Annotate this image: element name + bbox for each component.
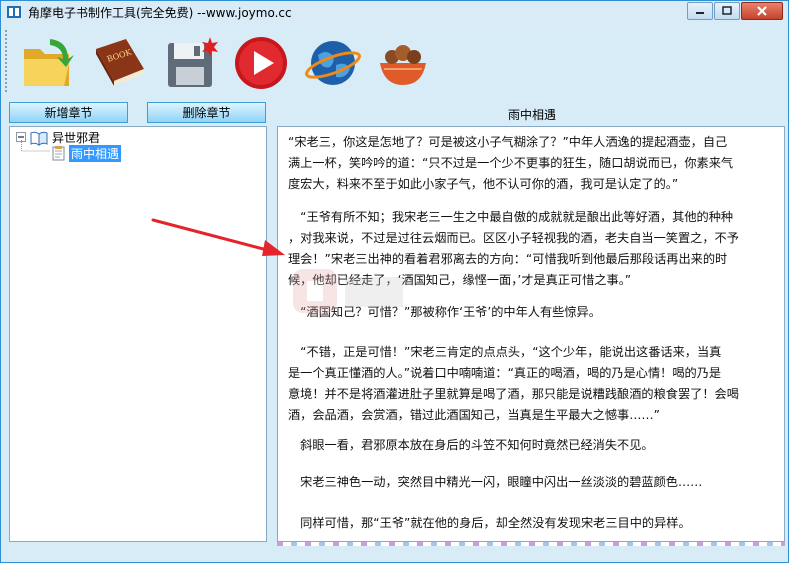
maximize-icon (722, 6, 732, 15)
basket-icon (380, 45, 426, 85)
maximize-button[interactable] (714, 2, 740, 20)
text-line: 是一个真正懂酒的人。”说着口中喃喃道：“真正的喝酒，喝的乃是心情！喝的乃是 (288, 366, 722, 380)
save-disk-icon (168, 37, 218, 87)
app-window: 角摩电子书制作工具(完全免费) --www.joymo.cc BOOK 新增章节… (0, 0, 789, 563)
text-line: “宋老三，你这是怎地了？可是被这小子气糊涂了？”中年人洒逸的提起酒壶，自己 (288, 135, 728, 149)
app-icon (7, 6, 21, 18)
annotation-arrow (151, 218, 285, 256)
title-bar[interactable]: 角摩电子书制作工具(完全免费) --www.joymo.cc (1, 1, 788, 23)
paragraph: 同样可惜，那“王爷”就在他的身后，却全然没有发现宋老三目中的异样。 (288, 513, 773, 534)
book-button[interactable]: BOOK (89, 33, 149, 93)
open-button[interactable] (19, 33, 79, 93)
chapter-title: 雨中相遇 (507, 108, 556, 122)
text-line: ，对我来说，不过是过往云烟而已。区区小子轻视我的酒，老夫自当一笑置之，不予 (288, 231, 739, 245)
basket-button[interactable] (373, 33, 433, 93)
add-section-button[interactable]: 新增章节 (9, 102, 128, 123)
text-line: 斜眼一看，君邪原本放在身后的斗笠不知何时竟然已经消失不见。 (288, 438, 654, 452)
tree-book-label: 异世邪君 (52, 131, 101, 145)
close-icon (757, 6, 767, 16)
open-folder-icon (24, 39, 74, 86)
tree-node-chapter[interactable]: 雨中相遇 (52, 145, 122, 162)
editor-bottom-strip (277, 542, 785, 546)
minimize-button[interactable] (687, 2, 713, 20)
text-line: 同样可惜，那“王爷”就在他的身后，却全然没有发现宋老三目中的异样。 (288, 516, 691, 530)
toolbar-grip[interactable] (4, 29, 8, 93)
globe-icon (305, 41, 361, 85)
text-line: “王爷有所不知；我宋老三一生之中最自傲的成就就是酿出此等好酒，其他的种种 (288, 210, 734, 224)
book-icon: BOOK (96, 39, 144, 86)
text-line: 满上一杯，笑吟吟的道：“只不过是一个少不更事的狂生，随口胡说而已，你素来气 (288, 156, 734, 170)
save-button[interactable] (161, 33, 221, 93)
paragraph: 斜眼一看，君邪原本放在身后的斗笠不知何时竟然已经消失不见。 (288, 435, 773, 456)
close-button[interactable] (741, 2, 783, 20)
minimize-icon (696, 12, 704, 14)
delete-section-button[interactable]: 删除章节 (147, 102, 266, 123)
text-line: 度宏大，料来不至于如此小家子气，他不认可你的酒，我可是认定了的。” (288, 177, 679, 191)
play-icon (235, 37, 287, 89)
window-title: 角摩电子书制作工具(完全免费) --www.joymo.cc (28, 5, 292, 20)
web-button[interactable] (303, 33, 363, 93)
text-line: 酒，会品酒，会赏酒，错过此酒国知己，当真是生平最大之憾事……” (288, 408, 660, 422)
paragraph: “宋老三，你这是怎地了？可是被这小子气糊涂了？”中年人洒逸的提起酒壶，自己 满上… (288, 132, 773, 195)
text-line: 意境！并不是将酒灌进肚子里就算是喝了酒，那只能是说糟践酿酒的粮食罢了！会喝 (288, 387, 739, 401)
chapter-tree[interactable]: 异世邪君 雨中相遇 (9, 126, 267, 542)
toolbar: BOOK (1, 23, 788, 99)
text-editor[interactable]: “宋老三，你这是怎地了？可是被这小子气糊涂了？”中年人洒逸的提起酒壶，自己 满上… (277, 126, 785, 542)
paragraph: “不错，正是可惜！”宋老三肯定的点点头，“这个少年，能说出这番话来，当真 是一个… (288, 342, 773, 426)
page-icon (52, 146, 65, 161)
paragraph: 宋老三神色一动，突然目中精光一闪，眼瞳中闪出一丝淡淡的碧蓝颜色…… (288, 472, 773, 493)
text-line: 宋老三神色一动，突然目中精光一闪，眼瞳中闪出一丝淡淡的碧蓝颜色…… (288, 475, 703, 489)
tree-chapter-label: 雨中相遇 (69, 145, 122, 162)
text-line: “不错，正是可惜！”宋老三肯定的点点头，“这个少年，能说出这番话来，当真 (288, 345, 722, 359)
play-button[interactable] (231, 33, 291, 93)
tree-connector (21, 140, 50, 152)
watermark-logo (293, 269, 403, 313)
